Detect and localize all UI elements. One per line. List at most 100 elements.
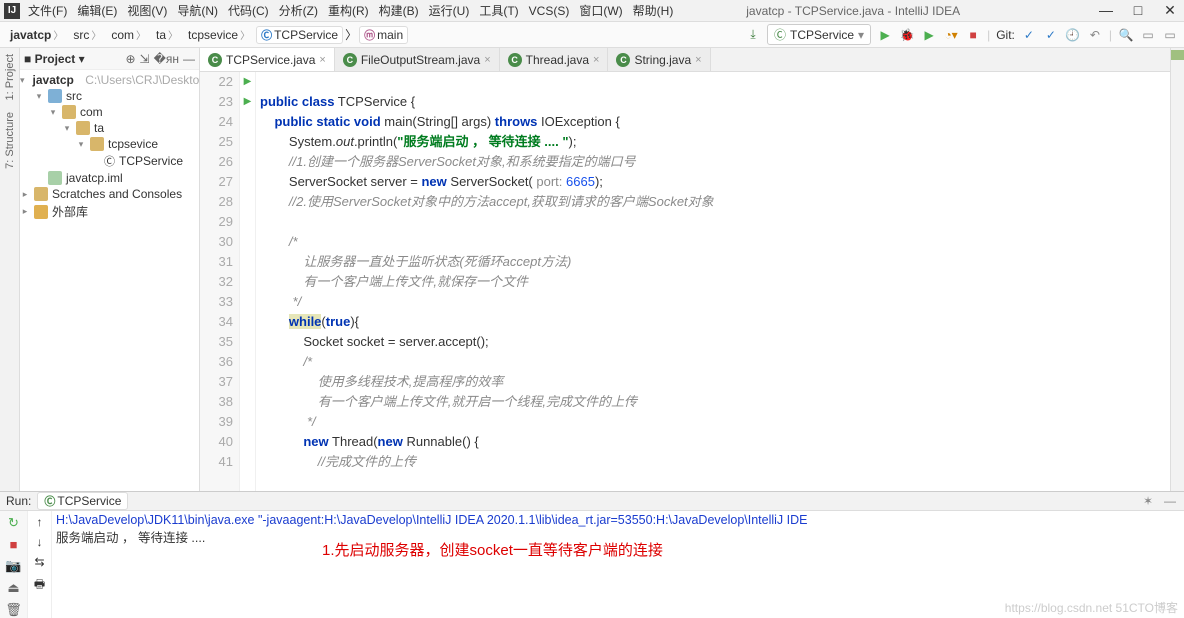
breadcrumb-class[interactable]: ⒸTCPService	[256, 26, 343, 44]
app-logo: IJ	[4, 3, 20, 19]
down-icon[interactable]: ↓	[37, 535, 43, 549]
build-icon[interactable]: ⤓	[745, 27, 761, 43]
project-tree[interactable]: ▾javatcp C:\Users\CRJ\Deskto ▾src ▾com ▾…	[20, 70, 199, 223]
menu-view[interactable]: 视图(V)	[125, 2, 169, 19]
run-label: Run:	[6, 494, 31, 508]
select-opened-file-icon[interactable]: ⊕	[125, 52, 135, 66]
menu-help[interactable]: 帮助(H)	[631, 2, 676, 19]
menu-vcs[interactable]: VCS(S)	[527, 4, 572, 18]
git-label: Git:	[996, 28, 1015, 42]
menu-navigate[interactable]: 导航(N)	[175, 2, 220, 19]
hide-icon[interactable]: —	[183, 52, 195, 66]
rerun-icon[interactable]: ↻	[8, 515, 19, 531]
gear-icon[interactable]: ✶	[1140, 493, 1156, 509]
menu-bar: IJ 文件(F) 编辑(E) 视图(V) 导航(N) 代码(C) 分析(Z) 重…	[0, 0, 1184, 22]
tree-scratches[interactable]: ▸Scratches and Consoles	[20, 186, 199, 202]
up-icon[interactable]: ↑	[37, 515, 43, 529]
coverage-icon[interactable]: ▶	[921, 27, 937, 43]
run-icon[interactable]: ▶	[877, 27, 893, 43]
menu-run[interactable]: 运行(U)	[427, 2, 472, 19]
tree-folder[interactable]: ▾ta	[20, 120, 199, 136]
git-revert-icon[interactable]: ↶	[1087, 27, 1103, 43]
tree-folder[interactable]: ▾com	[20, 104, 199, 120]
gear-icon[interactable]: �ян	[154, 52, 179, 66]
exit-icon[interactable]: ⏏	[7, 580, 19, 596]
run-config-selector[interactable]: Ⓒ TCPService ▾	[767, 24, 871, 45]
menu-window[interactable]: 窗口(W)	[577, 2, 624, 19]
class-icon: C	[616, 53, 630, 67]
run-config-tab[interactable]: ⒸTCPService	[37, 492, 128, 510]
close-icon[interactable]: ×	[593, 54, 599, 66]
close-icon[interactable]: ×	[319, 54, 325, 66]
line-number-gutter[interactable]: 2223242526272829303132333435363738394041	[200, 72, 240, 491]
tree-external-libs[interactable]: ▸外部库	[20, 202, 199, 221]
run-left-toolbar-2: ↑ ↓ ⇆ 🖶	[28, 511, 52, 618]
soft-wrap-icon[interactable]: ⇆	[34, 555, 44, 569]
dump-icon[interactable]: 📷	[5, 558, 21, 574]
menu-tools[interactable]: 工具(T)	[477, 2, 520, 19]
watermark: https://blog.csdn.net 51CTO博客	[1005, 599, 1178, 616]
menu-refactor[interactable]: 重构(R)	[326, 2, 371, 19]
navigation-bar: javatcp 〉 src 〉 com 〉 ta 〉 tcpsevice 〉 Ⓒ…	[0, 22, 1184, 48]
main-toolbar: ⤓ Ⓒ TCPService ▾ ▶ 🐞 ▶ ◔▾ ■ | Git: ✓ ✓ 🕘…	[745, 24, 1178, 45]
editor-tab[interactable]: CThread.java×	[500, 48, 609, 71]
print-icon[interactable]: 🖶	[34, 575, 45, 596]
project-view-selector[interactable]: ■ Project ▾	[24, 52, 85, 66]
tool-tab-structure[interactable]: 7: Structure	[2, 106, 18, 175]
tab-label: TCPService.java	[226, 53, 315, 67]
tab-label: Thread.java	[526, 53, 589, 67]
tree-file[interactable]: ⒸTCPService	[20, 152, 199, 170]
tab-label: String.java	[634, 53, 691, 67]
menu-file[interactable]: 文件(F)	[26, 2, 69, 19]
menu-code[interactable]: 代码(C)	[226, 2, 271, 19]
editor-tab[interactable]: CTCPService.java×	[200, 48, 335, 71]
editor-tab[interactable]: C String.java ×	[608, 48, 710, 71]
profile-icon[interactable]: ◔▾	[943, 27, 959, 43]
tree-file[interactable]: javatcp.iml	[20, 170, 199, 186]
close-icon[interactable]: ×	[484, 54, 490, 66]
tool-tab-project[interactable]: 1: Project	[2, 48, 18, 106]
ide-settings-icon[interactable]: ▭	[1140, 27, 1156, 43]
debug-icon[interactable]: 🐞	[899, 27, 915, 43]
status-marker	[1171, 50, 1184, 60]
expand-all-icon[interactable]: ⇲	[140, 52, 150, 66]
left-tool-strip: 1: Project 7: Structure	[0, 48, 20, 491]
breadcrumb-item[interactable]: javatcp 〉	[6, 27, 67, 42]
menu-build[interactable]: 构建(B)	[377, 2, 421, 19]
hide-icon[interactable]: —	[1162, 493, 1178, 509]
run-gutter[interactable]: ▶▶	[240, 72, 256, 491]
editor-tab[interactable]: CFileOutputStream.java×	[335, 48, 500, 71]
breadcrumb-item[interactable]: tcpsevice 〉	[184, 27, 254, 42]
code-editor[interactable]: 2223242526272829303132333435363738394041…	[200, 72, 1170, 491]
git-commit-icon[interactable]: ✓	[1021, 27, 1037, 43]
right-marker-bar[interactable]	[1170, 48, 1184, 491]
run-tool-window: Run: ⒸTCPService ✶ — ↻ ■ 📷 ⏏ 🗑 ↑ ↓ ⇆ 🖶 H…	[0, 491, 1184, 603]
menu-edit[interactable]: 编辑(E)	[75, 2, 119, 19]
close-icon[interactable]: ×	[695, 54, 701, 66]
menu-analyze[interactable]: 分析(Z)	[277, 2, 320, 19]
delete-icon[interactable]: 🗑	[5, 602, 22, 618]
tree-folder[interactable]: ▾tcpsevice	[20, 136, 199, 152]
tree-project-root[interactable]: ▾javatcp C:\Users\CRJ\Deskto	[20, 72, 199, 88]
console-command-line: H:\JavaDevelop\JDK11\bin\java.exe "-java…	[56, 513, 1180, 527]
breadcrumb-method[interactable]: ⓜmain	[359, 26, 408, 44]
minimize-button[interactable]: —	[1096, 2, 1116, 19]
git-update-icon[interactable]: ✓	[1043, 27, 1059, 43]
close-button[interactable]: ✕	[1160, 2, 1180, 19]
run-console[interactable]: H:\JavaDevelop\JDK11\bin\java.exe "-java…	[52, 511, 1184, 618]
maximize-button[interactable]: □	[1128, 2, 1148, 19]
breadcrumb-item[interactable]: ta 〉	[152, 27, 182, 42]
tree-folder[interactable]: ▾src	[20, 88, 199, 104]
search-icon[interactable]: 🔍	[1118, 27, 1134, 43]
breadcrumb-item[interactable]: com 〉	[107, 27, 150, 42]
breadcrumb-item[interactable]: src 〉	[69, 27, 105, 42]
breadcrumb-sep: 〉	[345, 26, 357, 43]
more-icon[interactable]: ▭	[1162, 27, 1178, 43]
editor-area: CTCPService.java×CFileOutputStream.java×…	[200, 48, 1170, 491]
git-history-icon[interactable]: 🕘	[1065, 27, 1081, 43]
window-title: javatcp - TCPService.java - IntelliJ IDE…	[746, 4, 960, 18]
stop-icon[interactable]: ■	[10, 537, 18, 552]
code-lines[interactable]: public class TCPService { public static …	[256, 72, 1170, 491]
editor-tabs: CTCPService.java×CFileOutputStream.java×…	[200, 48, 1170, 72]
stop-icon[interactable]: ■	[965, 27, 981, 43]
